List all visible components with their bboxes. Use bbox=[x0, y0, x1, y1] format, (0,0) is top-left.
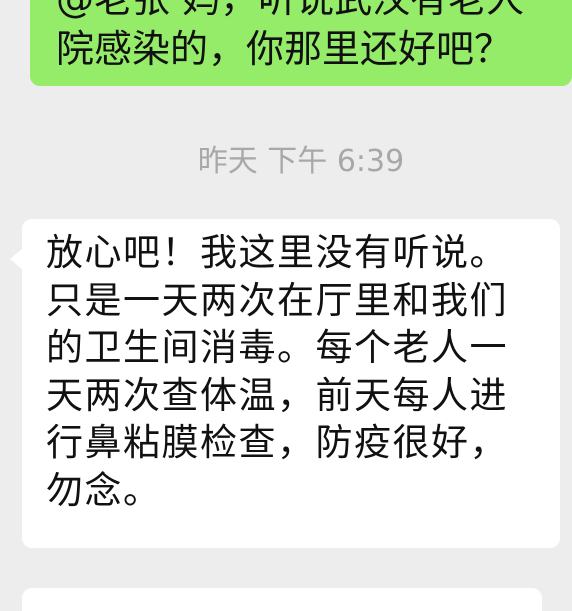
outgoing-message-line-1: @老张 妈，听说武汉有老人 bbox=[56, 0, 546, 24]
incoming-message-bubble[interactable]: 放心吧！我这里没有听说。 只是一天两次在厅里和我们 的卫生间消毒。每个老人一 天… bbox=[22, 219, 560, 548]
incoming-message-line-5: 行鼻粘膜检查，防疫很好， bbox=[46, 421, 508, 464]
incoming-message-line-4: 天两次查体温，前天每人进 bbox=[46, 373, 508, 417]
incoming-message-line-3: 的卫生间消毒。每个老人一 bbox=[46, 326, 508, 369]
outgoing-message-line-2: 院感染的，你那里还好吧？ bbox=[56, 27, 513, 71]
outgoing-message-bubble[interactable]: @老张 妈，听说武汉有老人 院感染的，你那里还好吧？ bbox=[30, 0, 572, 86]
incoming-message-line-1: 放心吧！我这里没有听说。 bbox=[46, 231, 508, 274]
chat-area: @老张 妈，听说武汉有老人 院感染的，你那里还好吧？ 昨天 下午 6:39 放心… bbox=[0, 0, 572, 611]
message-timestamp: 昨天 下午 6:39 bbox=[197, 144, 405, 179]
incoming-message-line-6: 勿念。 bbox=[46, 468, 162, 512]
next-message-bubble[interactable] bbox=[22, 588, 542, 611]
incoming-message-line-2: 只是一天两次在厅里和我们 bbox=[46, 278, 508, 322]
